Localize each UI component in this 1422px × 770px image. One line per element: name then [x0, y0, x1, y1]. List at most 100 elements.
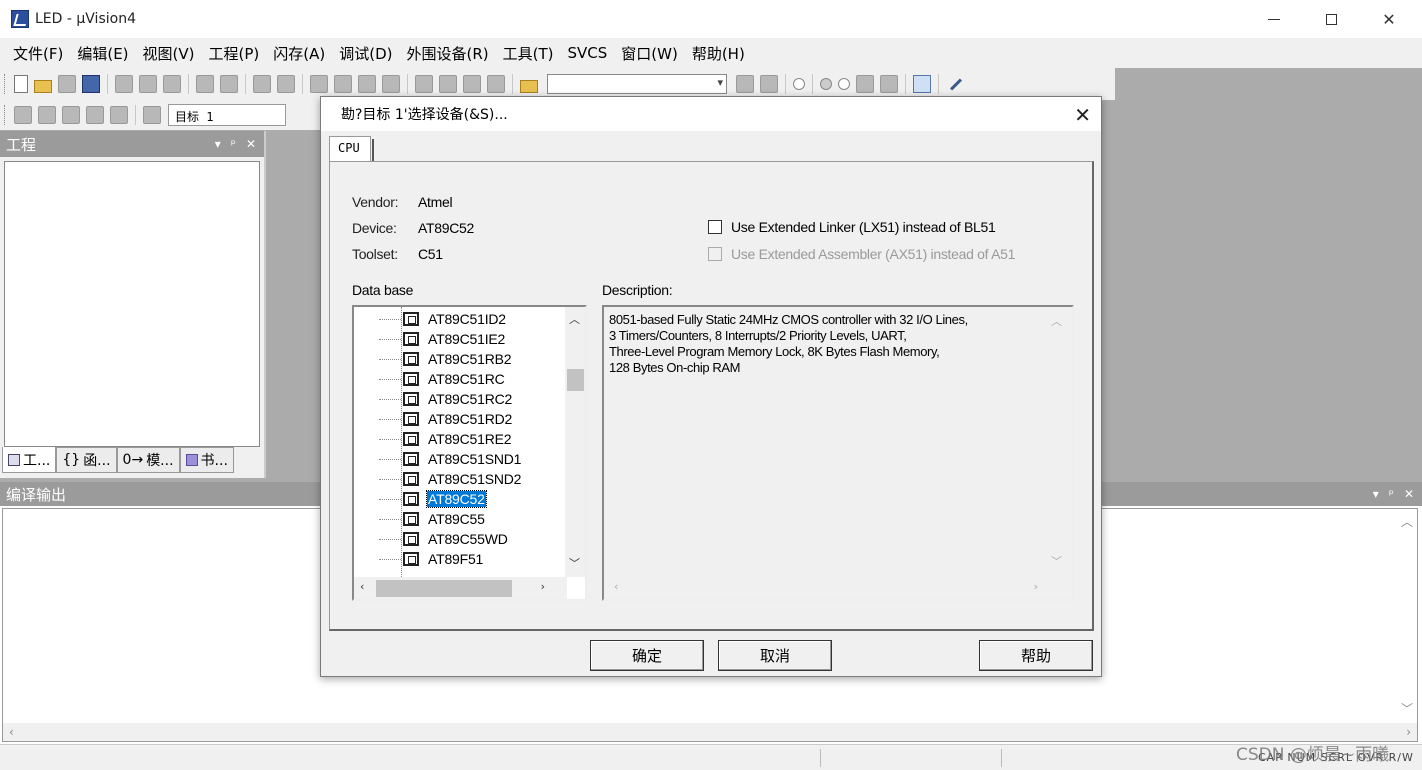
nav-forward-icon[interactable] [277, 75, 295, 93]
lx51-checkbox[interactable]: Use Extended Linker (LX51) instead of BL… [708, 219, 996, 235]
panel-close-icon[interactable]: ✕ [1404, 487, 1414, 501]
nav-back-icon[interactable] [253, 75, 271, 93]
toolbar-grip[interactable] [4, 105, 7, 125]
description-text: 8051-based Fully Static 24MHz CMOS contr… [609, 312, 1039, 376]
device-list-item[interactable]: AT89C51RE2 [378, 429, 512, 449]
toolbar-grip[interactable] [4, 74, 7, 94]
uncomment-icon[interactable] [487, 75, 505, 93]
kill-breakpoints-icon[interactable] [880, 75, 898, 93]
save-icon[interactable] [58, 75, 76, 93]
bookmark-icon[interactable] [310, 75, 328, 93]
clear-bookmarks-icon[interactable] [382, 75, 400, 93]
help-button[interactable]: 帮助 [979, 640, 1093, 671]
configure-wrench-icon[interactable] [946, 75, 964, 93]
project-tree[interactable] [4, 161, 260, 447]
scroll-down-arrow-icon[interactable]: ﹀ [1401, 700, 1413, 717]
menu-peripherals[interactable]: 外围设备(R) [399, 43, 495, 64]
pin-icon[interactable]: ᵖ [231, 137, 236, 151]
download-load-icon[interactable] [143, 106, 161, 124]
menu-help[interactable]: 帮助(H) [685, 43, 752, 64]
device-list-item[interactable]: AT89C55WD [378, 529, 509, 549]
scroll-right-arrow-icon[interactable]: › [541, 580, 545, 593]
scroll-up-arrow-icon[interactable]: ︿ [569, 311, 580, 327]
scroll-left-arrow-icon[interactable]: ‹ [360, 580, 364, 593]
tab-templates[interactable]: 0→ 模... [116, 447, 180, 473]
device-list-item[interactable]: AT89C52 [378, 489, 487, 509]
device-list-item[interactable]: AT89C51SND1 [378, 449, 522, 469]
translate-icon[interactable] [14, 106, 32, 124]
menu-view[interactable]: 视图(V) [136, 43, 202, 64]
device-list-item[interactable]: AT89C51RC2 [378, 389, 513, 409]
cut-icon[interactable] [115, 75, 133, 93]
unindent-icon[interactable] [439, 75, 457, 93]
device-list-item[interactable]: AT89C51RD2 [378, 409, 513, 429]
panel-menu-icon[interactable]: ▾ [1373, 487, 1379, 501]
save-all-icon[interactable] [82, 75, 100, 93]
undo-icon[interactable] [196, 75, 214, 93]
tab-cpu[interactable]: CPU [329, 136, 374, 163]
find-combo-box[interactable] [547, 74, 727, 94]
menu-window[interactable]: 窗口(W) [614, 43, 685, 64]
paste-icon[interactable] [163, 75, 181, 93]
maximize-button[interactable] [1302, 0, 1360, 38]
indent-icon[interactable] [415, 75, 433, 93]
disable-all-breakpoints-icon[interactable] [856, 75, 874, 93]
stop-build-icon[interactable] [110, 106, 128, 124]
menu-file[interactable]: 文件(F) [6, 43, 70, 64]
panel-menu-icon[interactable]: ▾ [215, 137, 221, 151]
copy-icon[interactable] [139, 75, 157, 93]
zoom-icon[interactable] [793, 78, 805, 90]
incremental-find-icon[interactable] [760, 75, 778, 93]
disable-breakpoint-icon[interactable] [838, 78, 850, 90]
menu-debug[interactable]: 调试(D) [332, 43, 399, 64]
scroll-down-arrow-icon[interactable]: ﹀ [569, 555, 580, 571]
menu-tools[interactable]: 工具(T) [496, 43, 561, 64]
target-select[interactable]: 目标 1 [168, 104, 286, 126]
pin-icon[interactable]: ᵖ [1389, 487, 1394, 501]
toolbar-separator [905, 74, 906, 94]
breakpoint-icon[interactable] [820, 78, 832, 90]
device-list-item[interactable]: AT89C51RC [378, 369, 506, 389]
menu-svcs[interactable]: SVCS [561, 44, 615, 62]
scroll-left-arrow-icon[interactable]: ‹ [9, 725, 14, 739]
redo-icon[interactable] [220, 75, 238, 93]
scroll-up-arrow-icon[interactable]: ︿ [1401, 513, 1413, 530]
ok-button[interactable]: 确定 [590, 640, 704, 671]
device-list-item[interactable]: AT89C51ID2 [378, 309, 507, 329]
device-list-item[interactable]: AT89C51RB2 [378, 349, 512, 369]
find-icon[interactable] [736, 75, 754, 93]
vertical-scrollbar[interactable]: ︿ ﹀ [565, 307, 585, 577]
tab-books[interactable]: 书... [179, 447, 234, 473]
next-bookmark-icon[interactable] [358, 75, 376, 93]
dialog-close-icon[interactable]: ✕ [1074, 103, 1091, 127]
tab-functions[interactable]: {} 函... [56, 447, 117, 473]
scroll-right-arrow-icon[interactable]: › [1406, 725, 1411, 739]
close-window-button[interactable]: ✕ [1360, 0, 1418, 38]
menu-project[interactable]: 工程(P) [202, 43, 267, 64]
device-list-item[interactable]: AT89C51IE2 [378, 329, 506, 349]
rebuild-icon[interactable] [62, 106, 80, 124]
cancel-button[interactable]: 取消 [718, 640, 832, 671]
window-layout-icon[interactable] [913, 75, 931, 93]
menu-flash[interactable]: 闪存(A) [266, 43, 332, 64]
menu-edit[interactable]: 编辑(E) [70, 43, 135, 64]
device-list-item[interactable]: AT89C55 [378, 509, 486, 529]
scroll-thumb[interactable] [567, 369, 584, 391]
find-in-files-icon[interactable] [520, 79, 538, 93]
build-icon[interactable] [38, 106, 56, 124]
checkbox-box[interactable] [708, 220, 722, 234]
comment-icon[interactable] [463, 75, 481, 93]
scroll-thumb[interactable] [376, 580, 512, 597]
horizontal-scrollbar[interactable]: ‹ › [354, 577, 567, 599]
tab-project[interactable]: 工... [2, 447, 57, 473]
prev-bookmark-icon[interactable] [334, 75, 352, 93]
device-list-item[interactable]: AT89C51SND2 [378, 469, 522, 489]
minimize-button[interactable] [1245, 0, 1303, 38]
horizontal-scrollbar[interactable]: ‹ › [3, 723, 1417, 741]
new-file-icon[interactable] [14, 75, 28, 93]
open-folder-icon[interactable] [34, 79, 52, 93]
panel-close-icon[interactable]: ✕ [246, 137, 256, 151]
device-list-item[interactable]: AT89F51 [378, 549, 484, 569]
batch-build-icon[interactable] [86, 106, 104, 124]
device-database-tree[interactable]: AT89C51ID2 AT89C51IE2 AT89C51RB2 AT89C51RC A… [352, 305, 587, 601]
